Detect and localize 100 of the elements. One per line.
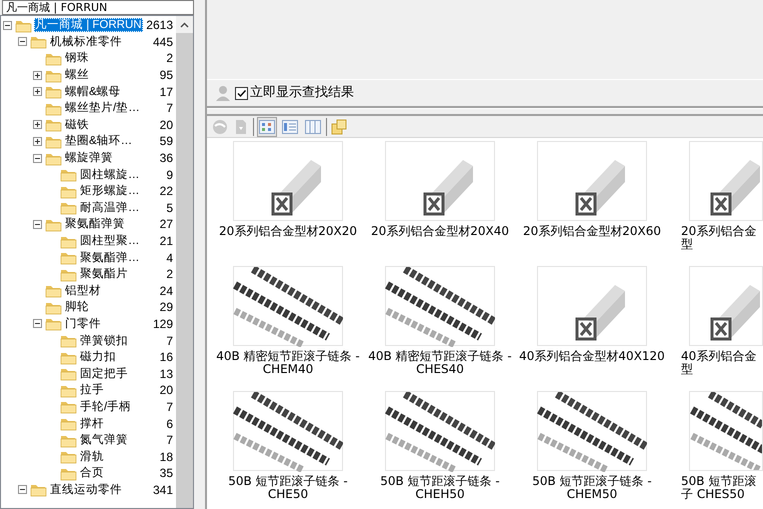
- tree-item[interactable]: 聚氨酯弹…: [79, 250, 140, 265]
- tree-item[interactable]: 矩形螺旋…: [79, 184, 140, 198]
- item-count: 7: [165, 332, 174, 350]
- tree-item[interactable]: 固定把手: [79, 366, 129, 381]
- tree-item[interactable]: 氮气弹簧: [79, 433, 129, 448]
- item-count: 9: [165, 166, 174, 184]
- collapse-icon[interactable]: [33, 154, 42, 163]
- tree-item[interactable]: 机械标准零件: [49, 34, 123, 49]
- product-name[interactable]: 20系列铝合金型材20X20: [212, 225, 364, 238]
- folder-icon: [30, 34, 47, 50]
- tree-item[interactable]: 弹簧锁扣: [79, 334, 129, 348]
- item-count: 20: [158, 116, 174, 134]
- product-name[interactable]: 40系列铝合金型: [668, 350, 763, 376]
- item-count: 4: [165, 250, 174, 267]
- tree-item[interactable]: 聚氨酯弹簧: [64, 217, 126, 232]
- item-count: 95: [158, 67, 174, 84]
- folder-icon: [60, 449, 77, 464]
- folder-icon: [60, 250, 77, 266]
- product-thumbnail[interactable]: [385, 141, 495, 221]
- item-count: 2613: [145, 17, 174, 34]
- collapse-icon[interactable]: [18, 37, 27, 46]
- item-count: 7: [165, 398, 174, 416]
- product-name[interactable]: 50B 短节距滚子 CHES50: [668, 475, 763, 501]
- tree-item[interactable]: 耐高温弹…: [79, 200, 140, 215]
- scroll-up-icon[interactable]: [180, 22, 189, 28]
- tree-item[interactable]: 螺丝: [64, 68, 90, 82]
- collapse-icon[interactable]: [18, 485, 27, 494]
- item-count: 129: [152, 316, 174, 333]
- expand-icon[interactable]: [33, 136, 42, 146]
- folder-icon: [60, 333, 77, 348]
- folder-icon: [60, 167, 77, 182]
- item-count: 18: [158, 448, 174, 466]
- catalog-field[interactable]: 凡一商城 | FORRUN: [2, 0, 194, 15]
- item-count: 21: [158, 233, 174, 250]
- expand-icon[interactable]: [33, 70, 42, 80]
- product-name[interactable]: 20系列铝合金型材20X60: [516, 225, 668, 238]
- profile-drawing: [272, 160, 321, 216]
- product-thumbnail[interactable]: [689, 141, 763, 221]
- collapse-icon[interactable]: [3, 20, 12, 30]
- item-count: 22: [158, 183, 174, 200]
- checkbox[interactable]: [235, 86, 248, 100]
- folder-icon: [45, 316, 62, 332]
- tree-item[interactable]: 凡一商城 | FORRUN: [34, 18, 143, 32]
- item-count: 29: [158, 299, 174, 316]
- product-name[interactable]: 40B 精密短节距滚子链条 - CHEM40: [212, 350, 364, 376]
- tree-item[interactable]: 磁力扣: [79, 350, 117, 364]
- product-name[interactable]: 50B 短节距滚子链条 - CHEH50: [364, 475, 516, 501]
- folder-icon: [60, 200, 77, 216]
- item-count: 445: [152, 34, 174, 51]
- folder-icon: [45, 84, 62, 100]
- tree-item[interactable]: 手轮/手柄: [79, 400, 132, 414]
- tree-item[interactable]: 螺丝垫片/垫…: [64, 101, 141, 116]
- product-name[interactable]: 20系列铝合金型材20X40: [364, 225, 516, 238]
- profile-drawing: [710, 160, 760, 216]
- item-count: 36: [158, 150, 174, 168]
- product-thumbnail[interactable]: [537, 266, 647, 346]
- product-name[interactable]: 20系列铝合金型: [668, 225, 763, 251]
- large-icons-view-icon[interactable]: [257, 116, 277, 136]
- product-name[interactable]: 50B 短节距滚子链条 - CHEM50: [516, 475, 668, 501]
- product-name[interactable]: 50B 短节距滚子链条 - CHE50: [212, 475, 364, 501]
- item-count: 35: [158, 465, 174, 482]
- tree-item[interactable]: 垫圈&轴环…: [64, 134, 134, 148]
- item-count: 341: [152, 482, 174, 499]
- folder-icon: [60, 399, 77, 414]
- tree-item[interactable]: 圆柱螺旋…: [79, 168, 140, 182]
- item-count: 7: [165, 432, 174, 450]
- tree-item[interactable]: 门零件: [64, 316, 102, 331]
- expand-icon[interactable]: [33, 120, 42, 130]
- tree-item[interactable]: 合页: [79, 466, 105, 480]
- folder-icon: [60, 416, 77, 432]
- item-count: 5: [165, 200, 174, 217]
- tree-item[interactable]: 磁铁: [64, 118, 90, 132]
- item-count: 16: [158, 349, 174, 366]
- product-thumbnail[interactable]: [689, 266, 763, 346]
- tree-item[interactable]: 螺旋弹簧: [64, 151, 114, 166]
- profile-drawing: [576, 285, 625, 340]
- tree-item[interactable]: 滑轨: [79, 450, 105, 464]
- item-count: 2: [165, 50, 174, 68]
- collapse-icon[interactable]: [33, 220, 42, 229]
- item-count: 24: [158, 282, 174, 300]
- checkbox-label[interactable]: 立即显示查找结果: [250, 83, 354, 103]
- product-thumbnail[interactable]: [233, 141, 343, 221]
- tree-item[interactable]: 钢珠: [64, 51, 90, 66]
- collapse-icon[interactable]: [33, 319, 42, 328]
- product-name[interactable]: 40系列铝合金型材40X120: [516, 350, 668, 363]
- tree-item[interactable]: 直线运动零件: [49, 482, 123, 497]
- product-thumbnail[interactable]: [537, 141, 647, 221]
- tree-item[interactable]: 撑杆: [79, 416, 105, 431]
- tree-item[interactable]: 脚轮: [64, 300, 90, 314]
- product-name[interactable]: 40B 精密短节距滚子链条 - CHES40: [364, 350, 516, 376]
- tree-item[interactable]: 圆柱型聚…: [79, 234, 140, 248]
- tree-item[interactable]: 聚氨酯片: [79, 267, 129, 282]
- folder-icon: [60, 366, 77, 382]
- tree-item[interactable]: 拉手: [79, 383, 105, 398]
- item-count: 6: [165, 416, 174, 433]
- item-count: 17: [158, 84, 174, 101]
- item-count: 13: [158, 366, 174, 383]
- expand-icon[interactable]: [33, 87, 42, 96]
- tree-item[interactable]: 铝型材: [64, 284, 102, 298]
- tree-item[interactable]: 螺帽&螺母: [64, 84, 122, 99]
